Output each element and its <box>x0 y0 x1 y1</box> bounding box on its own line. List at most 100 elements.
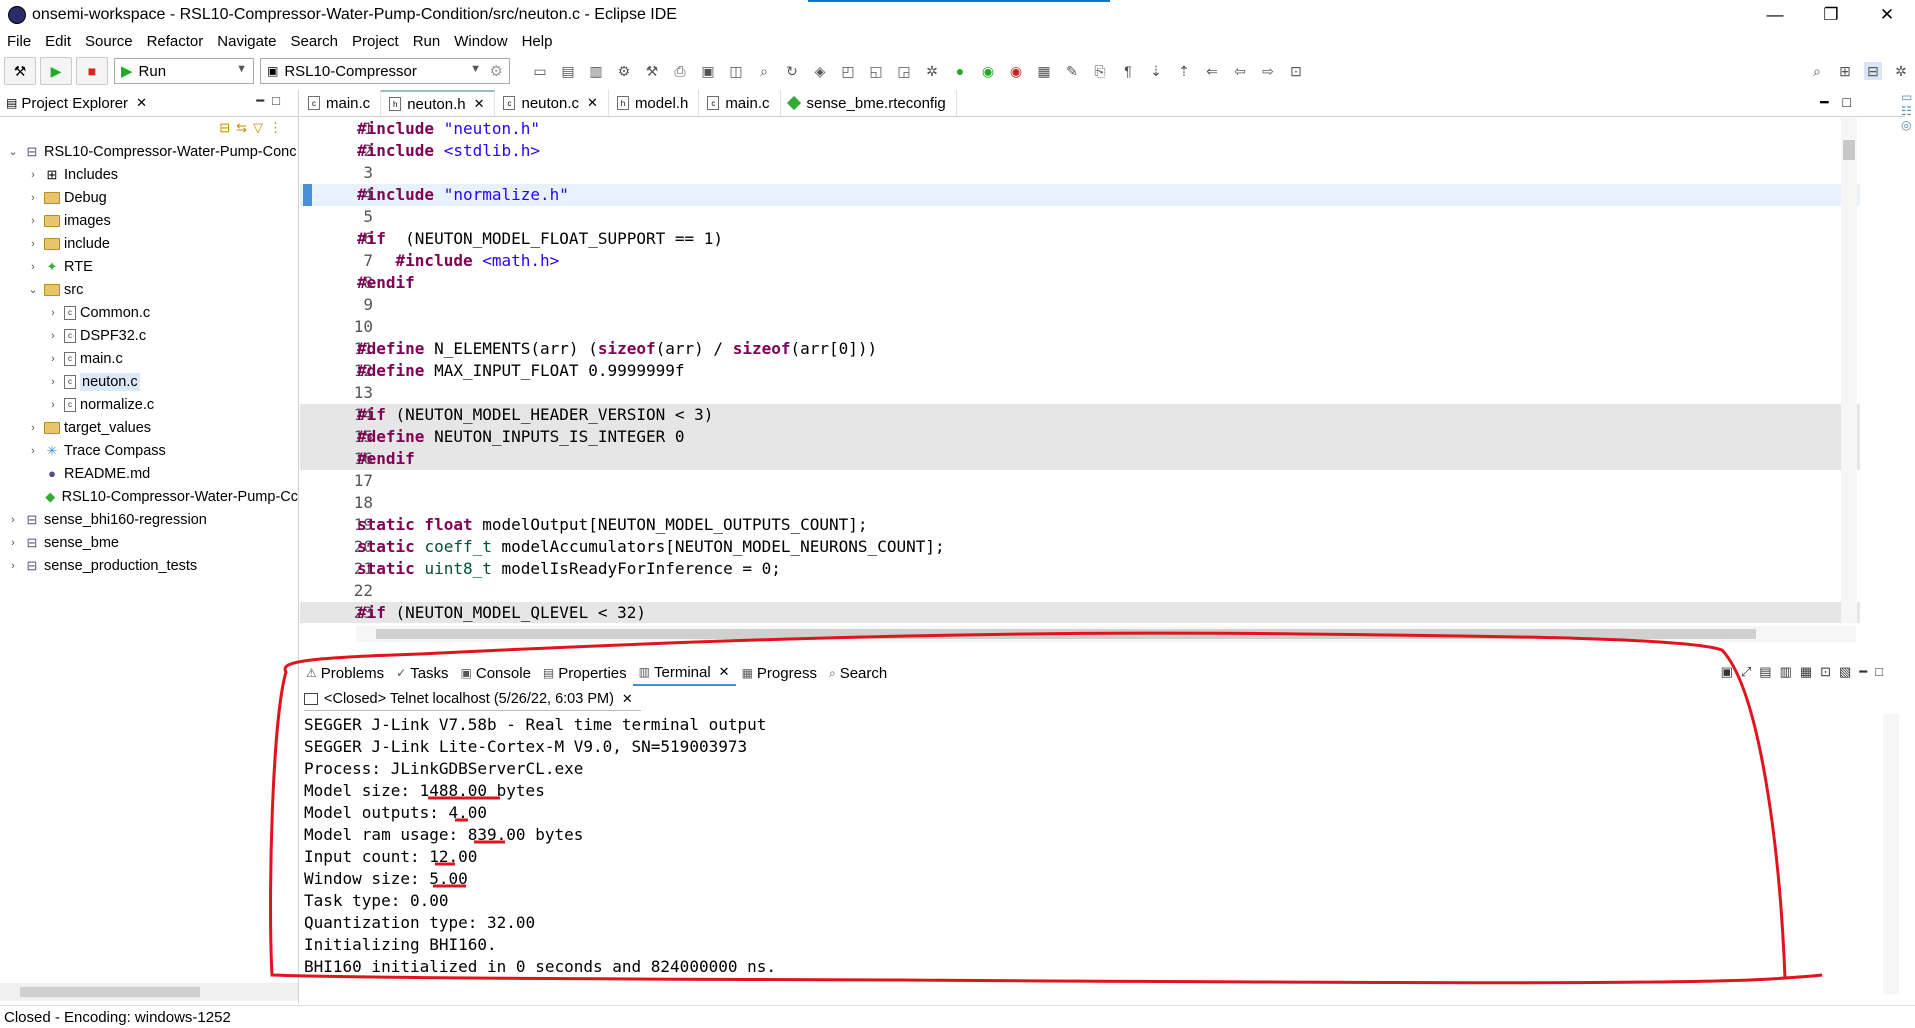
chevron-right-icon[interactable]: › <box>46 307 60 319</box>
editor-tab[interactable]: h model.h <box>609 90 700 116</box>
chevron-right-icon[interactable]: › <box>46 399 60 411</box>
menu-help[interactable]: Help <box>515 33 560 50</box>
search-file-icon[interactable]: ⌕ <box>755 62 773 80</box>
editor-hscrollbar[interactable] <box>356 626 1856 642</box>
refresh-icon[interactable]: ↻ <box>783 62 801 80</box>
menu-navigate[interactable]: Navigate <box>210 33 283 50</box>
code-line[interactable]: 12 #define MAX_INPUT_FLOAT 0.9999999f <box>300 360 1860 382</box>
tree-item[interactable]: › include <box>0 232 298 255</box>
open-folder-icon[interactable]: ▦ <box>1035 62 1053 80</box>
code-line[interactable]: 20 static coeff_t modelAccumulators[NEUTO… <box>300 536 1860 558</box>
code-line[interactable]: 4 #include "normalize.h" <box>300 184 1860 206</box>
pin-icon[interactable]: ⊡ <box>1287 62 1305 80</box>
code-line[interactable]: 3 <box>300 162 1860 184</box>
view-controls[interactable]: ━□ <box>256 93 288 109</box>
editor-tab[interactable]: sense_bme.rteconfig <box>781 90 957 116</box>
chevron-right-icon[interactable]: › <box>6 560 20 572</box>
chevron-right-icon[interactable]: › <box>26 445 40 457</box>
menu-window[interactable]: Window <box>447 33 514 50</box>
build-icon[interactable]: ⚙ <box>615 62 633 80</box>
tree-item[interactable]: › ⊞ Includes <box>0 163 298 186</box>
minimize-button[interactable]: — <box>1747 0 1803 29</box>
code-line[interactable]: 13 <box>300 382 1860 404</box>
debug-bug-icon[interactable]: ✲ <box>923 62 941 80</box>
menu-source[interactable]: Source <box>78 33 140 50</box>
minimize-trim-icon[interactable]: ▭ <box>1901 90 1915 104</box>
code-line[interactable]: 11 #define N_ELEMENTS(arr) (sizeof(arr) /… <box>300 338 1860 360</box>
code-line[interactable]: 17 <box>300 470 1860 492</box>
chevron-right-icon[interactable]: › <box>46 330 60 342</box>
tree-item[interactable]: › c neuton.c <box>0 370 298 393</box>
last-edit-icon[interactable]: ⇐ <box>1203 62 1221 80</box>
code-line[interactable]: 1 #include "neuton.h" <box>300 118 1860 140</box>
tree-item[interactable]: › c Common.c <box>0 301 298 324</box>
launch-run-button[interactable]: ▶ <box>40 57 72 85</box>
chevron-right-icon[interactable]: › <box>6 514 20 526</box>
launch-config-select[interactable]: ▣ RSL10-Compressor ▼ ⚙ <box>260 58 510 84</box>
code-line[interactable]: 23 #if (NEUTON_MODEL_QLEVEL < 32) <box>300 602 1860 623</box>
menu-file[interactable]: File <box>0 33 38 50</box>
coverage-icon[interactable]: ◉ <box>979 62 997 80</box>
maximize-button[interactable]: ❐ <box>1803 0 1859 29</box>
panel-tab[interactable]: ⌕ Search <box>823 660 893 686</box>
chevron-right-icon[interactable]: › <box>26 215 40 227</box>
close-icon[interactable]: ✕ <box>474 96 485 112</box>
close-icon[interactable]: ✕ <box>587 95 598 111</box>
code-line[interactable]: 16 #endif <box>300 448 1860 470</box>
tree-item[interactable]: › c DSPF32.c <box>0 324 298 347</box>
external-tools-icon[interactable]: ◉ <box>1007 62 1025 80</box>
code-view[interactable]: 1 #include "neuton.h" 2 #include <stdlib.h>… <box>300 118 1860 623</box>
terminal-session-tab[interactable]: <Closed> Telnet localhost (5/26/22, 6:03… <box>304 688 641 711</box>
panel-tab[interactable]: ▥ Terminal ✕ <box>632 660 736 686</box>
panel-view-controls[interactable]: ▣⤢▤▥▦⊡▧━□ <box>1721 664 1891 680</box>
tree-item[interactable]: › c normalize.c <box>0 393 298 416</box>
pen-icon[interactable]: ✎ <box>1063 62 1081 80</box>
code-line[interactable]: 19 static float modelOutput[NEUTON_MODEL_… <box>300 514 1860 536</box>
tree-item[interactable]: › Debug <box>0 186 298 209</box>
code-line[interactable]: 21 static uint8_t modelIsReadyForInferenc… <box>300 558 1860 580</box>
next-annotation-icon[interactable]: ⇣ <box>1147 62 1165 80</box>
code-line[interactable]: 10 <box>300 316 1860 338</box>
code-line[interactable]: 22 <box>300 580 1860 602</box>
code-line[interactable]: 18 <box>300 492 1860 514</box>
code-line[interactable]: 7 #include <math.h> <box>300 250 1860 272</box>
editor-tab[interactable]: c main.c <box>300 90 382 116</box>
chevron-right-icon[interactable]: › <box>26 192 40 204</box>
explorer-hscrollbar[interactable] <box>0 983 298 1001</box>
annotation-icon[interactable]: ⎘ <box>1091 62 1109 80</box>
code-line[interactable]: 6 #if (NEUTON_MODEL_FLOAT_SUPPORT == 1) <box>300 228 1860 250</box>
explorer-toolbar[interactable]: ⊟⇆▽⋮ <box>219 120 288 136</box>
code-line[interactable]: 9 <box>300 294 1860 316</box>
chevron-right-icon[interactable]: › <box>26 169 40 181</box>
new-icon[interactable]: ▭ <box>531 62 549 80</box>
chevron-right-icon[interactable]: › <box>26 261 40 273</box>
save-icon[interactable]: ▤ <box>559 62 577 80</box>
editor-vscrollbar[interactable] <box>1841 118 1857 623</box>
menu-edit[interactable]: Edit <box>38 33 78 50</box>
terminal-open-icon[interactable]: ▣ <box>699 62 717 80</box>
tree-item[interactable]: › ⊟ sense_bme <box>0 531 298 554</box>
panel-tab[interactable]: ⚠ Problems <box>300 660 390 686</box>
chevron-right-icon[interactable]: › <box>6 537 20 549</box>
tree-item[interactable]: ⌄ ⊟ RSL10-Compressor-Water-Pump-Conc <box>0 140 298 163</box>
close-icon[interactable]: ✕ <box>719 664 730 680</box>
pack-installer-icon[interactable]: ◈ <box>811 62 829 80</box>
panel-tab[interactable]: ▣ Console <box>455 660 537 686</box>
print-icon[interactable]: ⎙ <box>671 62 689 80</box>
outline-icon[interactable]: ☷ <box>1901 104 1915 118</box>
tree-item[interactable]: › target_values <box>0 416 298 439</box>
chevron-right-icon[interactable]: › <box>46 353 60 365</box>
close-icon[interactable]: ✕ <box>622 691 633 707</box>
tree-item[interactable]: ⌄ src <box>0 278 298 301</box>
forward-icon[interactable]: ⇨ <box>1259 62 1277 80</box>
menu-run[interactable]: Run <box>406 33 448 50</box>
tree-item[interactable]: › ✳ Trace Compass <box>0 439 298 462</box>
code-line[interactable]: 5 <box>300 206 1860 228</box>
toggle-icon[interactable]: ¶ <box>1119 62 1137 80</box>
tree-item[interactable]: › ✦ RTE <box>0 255 298 278</box>
gear-icon[interactable]: ⚙ <box>490 62 503 80</box>
save-all-icon[interactable]: ▥ <box>587 62 605 80</box>
debug-perspective-icon[interactable]: ✲ <box>1892 62 1910 80</box>
tree-item[interactable]: › c main.c <box>0 347 298 370</box>
code-line[interactable]: 8 #endif <box>300 272 1860 294</box>
